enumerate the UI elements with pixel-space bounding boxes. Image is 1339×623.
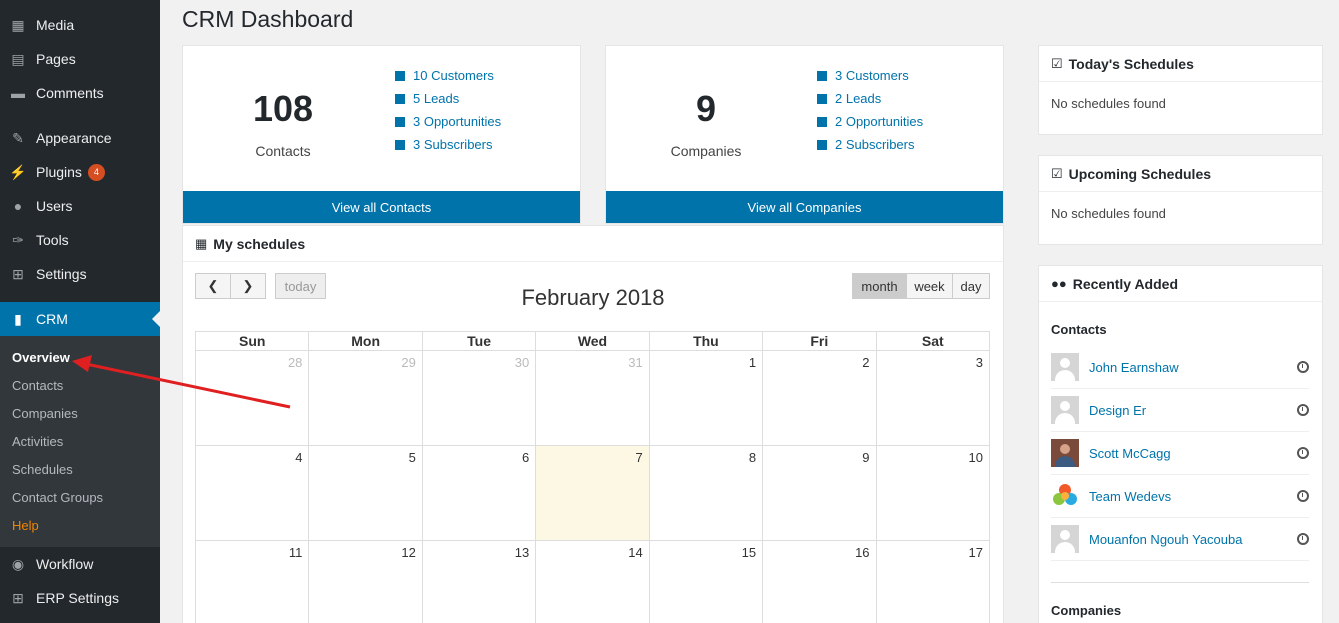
annotation-arrow — [72, 355, 291, 409]
